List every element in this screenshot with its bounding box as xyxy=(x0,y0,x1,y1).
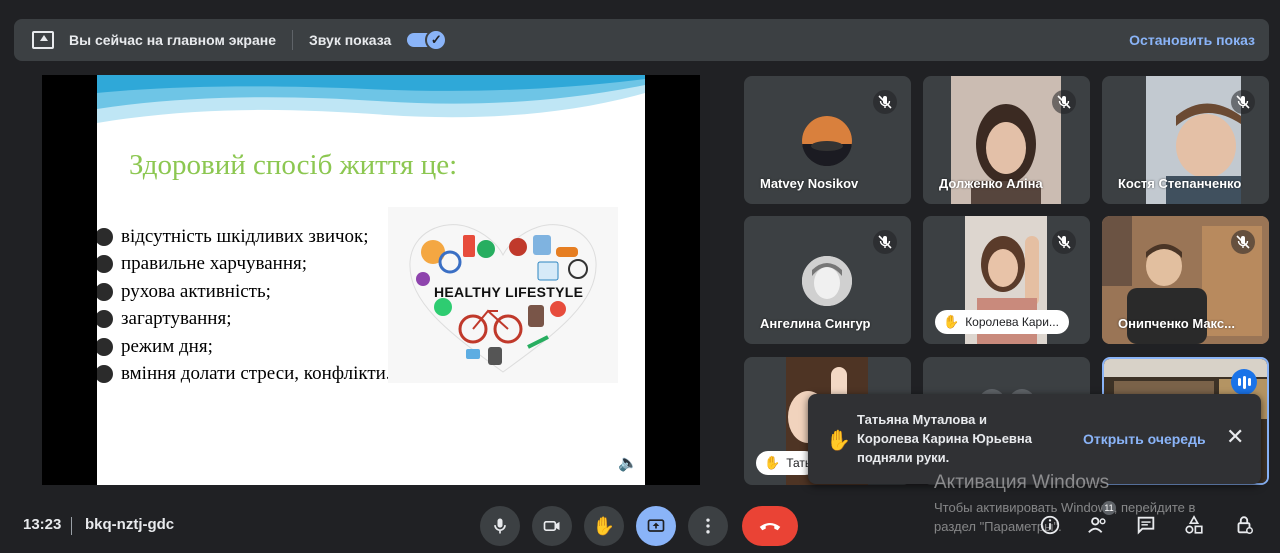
raised-hand-icon: ✋ xyxy=(826,430,851,452)
meeting-code: bkq-nztj-gdc xyxy=(85,516,175,533)
healthy-lifestyle-caption: HEALTHY LIFESTYLE xyxy=(434,284,584,300)
windows-activation-title: Активация Windows xyxy=(934,472,1110,493)
activities-icon[interactable] xyxy=(1182,513,1206,537)
participant-name: Королева Кари... xyxy=(965,315,1059,329)
present-screen-icon xyxy=(647,519,665,532)
bullet-dot xyxy=(97,337,113,356)
open-queue-button[interactable]: Открыть очередь xyxy=(1083,431,1206,447)
participant-tile[interactable]: Костя Степанченко xyxy=(1102,76,1269,204)
microphone-button[interactable] xyxy=(480,506,520,546)
bullet-dot xyxy=(97,255,113,274)
list-item: режим дня; xyxy=(97,333,391,361)
mic-off-icon xyxy=(1231,230,1255,254)
host-controls-icon[interactable] xyxy=(1232,513,1256,537)
slide-title: Здоровий спосіб життя це: xyxy=(129,149,458,181)
presentation-slide: Здоровий спосіб життя це: відсутність шк… xyxy=(97,75,645,485)
participant-name: Онипченко Макс... xyxy=(1118,316,1235,331)
presentation-sound-label: Звук показа xyxy=(309,32,392,48)
list-item: вміння долати стреси, конфлікти. xyxy=(97,361,391,389)
presenting-banner: Вы сейчас на главном экране Звук показа … xyxy=(14,19,1269,61)
camera-button[interactable] xyxy=(532,506,572,546)
participant-name: Костя Степанченко xyxy=(1118,176,1242,191)
bullet-dot xyxy=(97,227,113,246)
speaker-icon: 🔈 xyxy=(618,455,638,472)
presenting-message: Вы сейчас на главном экране xyxy=(69,32,277,48)
stop-presenting-button[interactable]: Остановить показ xyxy=(1129,32,1255,48)
mic-off-icon xyxy=(873,90,897,114)
meeting-details-icon[interactable] xyxy=(1038,513,1062,537)
close-icon[interactable]: ✕ xyxy=(1226,426,1244,448)
speaking-indicator-icon xyxy=(1231,369,1257,395)
participant-tile[interactable]: Онипченко Макс... xyxy=(1102,216,1269,344)
present-screen-icon xyxy=(32,31,54,49)
mic-icon xyxy=(494,518,506,534)
participant-name: Matvey Nosikov xyxy=(760,176,859,191)
more-options-button[interactable] xyxy=(688,506,728,546)
present-now-button[interactable] xyxy=(636,506,676,546)
participant-name: Ангелина Сингур xyxy=(760,316,871,331)
shared-screen: Здоровий спосіб життя це: відсутність шк… xyxy=(42,75,700,485)
presentation-sound-toggle[interactable]: ✓ xyxy=(407,29,448,51)
list-item: рухова активність; xyxy=(97,278,391,306)
participant-count-badge: 11 xyxy=(1102,501,1116,515)
participant-tile[interactable]: ✋ Королева Кари... xyxy=(923,216,1090,344)
bottom-divider xyxy=(71,517,72,535)
mic-off-icon xyxy=(873,230,897,254)
hand-icon: ✋ xyxy=(592,515,616,536)
raise-hand-button[interactable]: ✋ xyxy=(584,506,624,546)
list-item: загартування; xyxy=(97,306,391,334)
participant-tile[interactable]: Ангелина Сингур xyxy=(744,216,911,344)
avatar xyxy=(802,256,852,306)
check-icon: ✓ xyxy=(425,29,448,51)
avatar xyxy=(802,116,852,166)
raised-hand-badge: ✋ Королева Кари... xyxy=(935,310,1069,334)
chat-icon[interactable] xyxy=(1134,513,1158,537)
bullet-dot xyxy=(97,282,113,301)
mic-off-icon xyxy=(1231,90,1255,114)
call-end-icon xyxy=(759,523,781,531)
meeting-time: 13:23 xyxy=(23,516,62,533)
mic-off-icon xyxy=(1052,230,1076,254)
leave-call-button[interactable] xyxy=(742,506,798,546)
raised-hand-icon: ✋ xyxy=(764,455,781,470)
banner-divider xyxy=(292,30,294,50)
slide-header-wave xyxy=(97,75,645,123)
list-item: відсутність шкідливих звичок; xyxy=(97,223,391,251)
bullet-dot xyxy=(97,365,113,384)
participant-tile[interactable]: Matvey Nosikov xyxy=(744,76,911,204)
more-vert-icon xyxy=(706,518,710,534)
raised-hands-notification: ✋ Татьяна Муталова и Королева Карина Юрь… xyxy=(808,394,1261,484)
bullet-dot xyxy=(97,310,113,329)
healthy-lifestyle-heart-image: HEALTHY LIFESTYLE xyxy=(388,207,618,383)
slide-bullet-list: відсутність шкідливих звичок; правильне … xyxy=(97,223,391,388)
raised-hand-icon: ✋ xyxy=(943,314,960,329)
participant-name: Долженко Аліна xyxy=(939,176,1043,191)
mic-off-icon xyxy=(1052,90,1076,114)
videocam-icon xyxy=(543,521,560,531)
list-item: правильне харчування; xyxy=(97,251,391,279)
participant-tile[interactable]: Долженко Аліна xyxy=(923,76,1090,204)
people-icon[interactable] xyxy=(1086,513,1110,537)
notification-message: Татьяна Муталова и Королева Карина Юрьев… xyxy=(857,412,1033,465)
